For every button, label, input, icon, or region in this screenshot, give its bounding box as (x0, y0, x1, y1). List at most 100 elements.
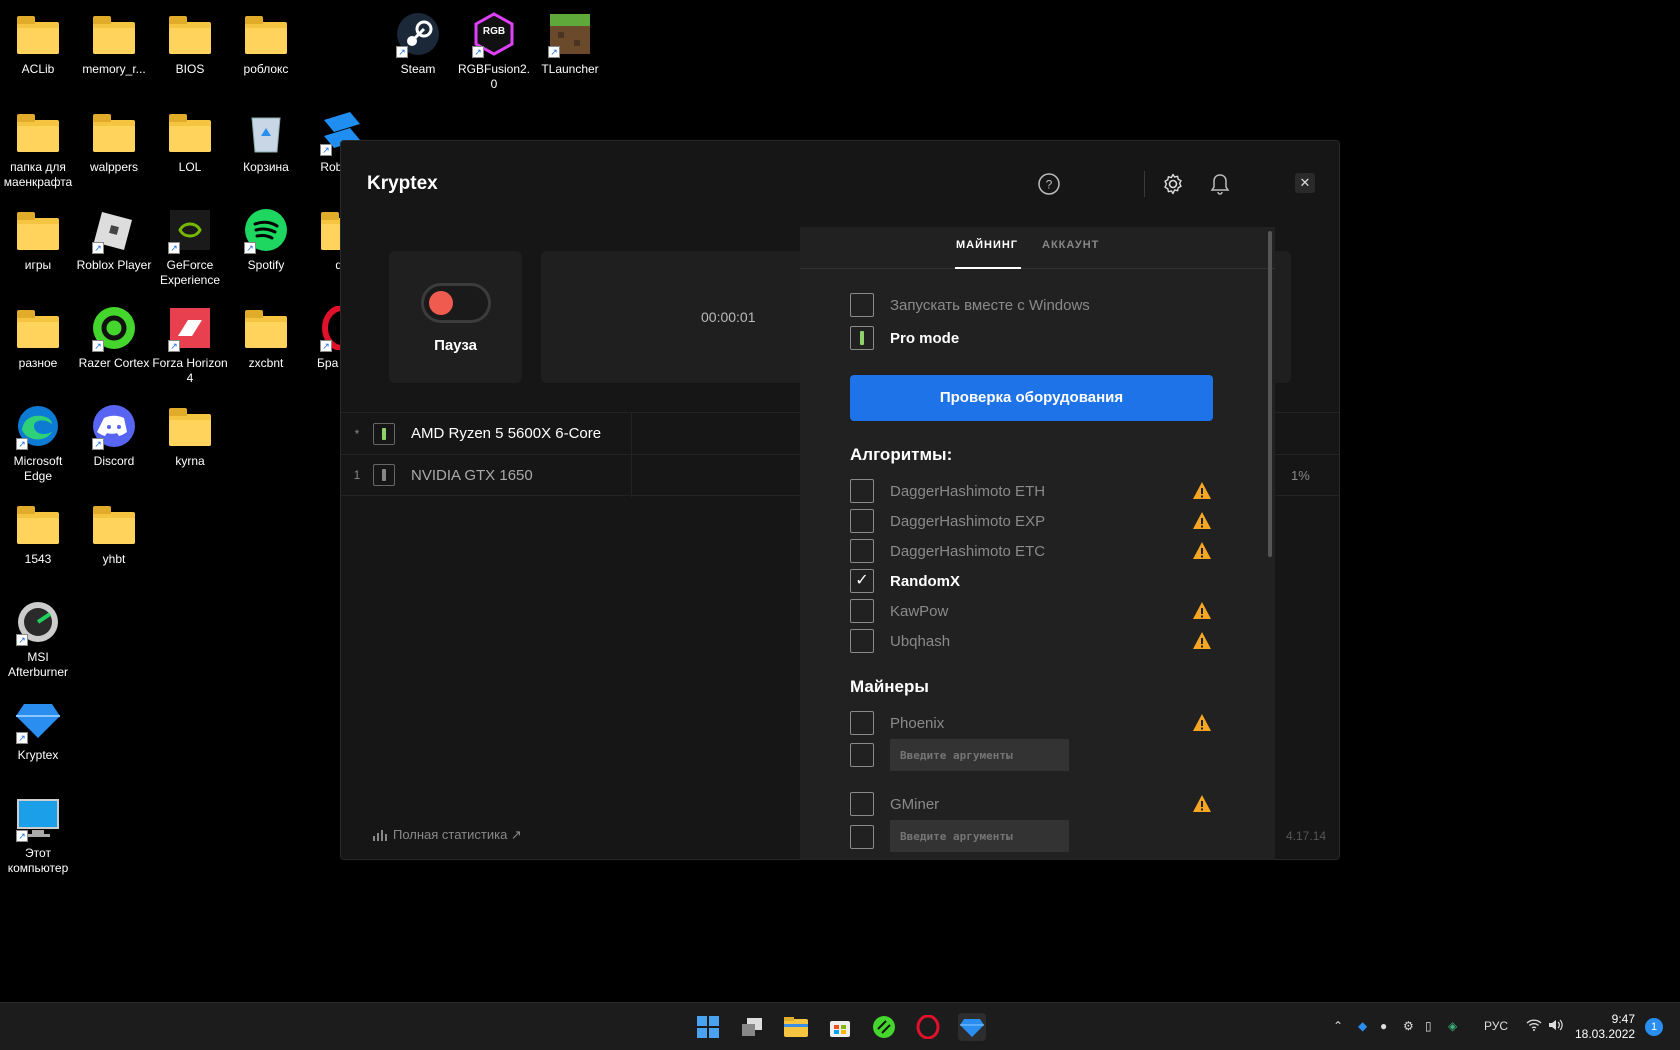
algorithm-item[interactable]: Ubqhash (850, 629, 950, 653)
desktop-icon-label: BIOS (175, 62, 205, 76)
device-toggle[interactable] (373, 464, 395, 486)
algorithm-item[interactable]: KawPow (850, 599, 948, 623)
desktop-icon[interactable]: ↗ Roblox Player (76, 206, 152, 273)
algorithm-item[interactable]: DaggerHashimoto EXP (850, 509, 1045, 533)
device-toggle[interactable] (373, 422, 395, 445)
settings-gear-icon[interactable] (1160, 171, 1186, 197)
pro-mode-checkbox[interactable] (850, 326, 874, 350)
miner-args-input[interactable] (890, 820, 1069, 852)
warning-icon[interactable] (1192, 511, 1212, 531)
settings-tray-icon[interactable]: ⚙ (1403, 1019, 1414, 1033)
desktop-icon[interactable]: роблокс (228, 10, 304, 77)
desktop-icon[interactable]: ↗ GeForce Experience (152, 206, 228, 288)
autostart-option[interactable]: Запускать вместе с Windows (850, 293, 1090, 317)
warning-icon[interactable] (1192, 601, 1212, 621)
tab-account[interactable]: АККАУНТ (1042, 239, 1099, 251)
volume-icon[interactable] (1548, 1019, 1564, 1034)
clock[interactable]: 9:47 18.03.2022 (1575, 1012, 1635, 1042)
desktop-icon[interactable]: ↗ MSI Afterburner (0, 598, 76, 680)
desktop-icon[interactable]: папка для маенкрафта (0, 108, 76, 190)
desktop-icon[interactable]: ↗ Forza Horizon 4 (152, 304, 228, 386)
tray-overflow-icon[interactable]: ⌃ (1333, 1019, 1343, 1033)
algorithm-checkbox[interactable] (850, 599, 874, 623)
warning-icon[interactable] (1192, 631, 1212, 651)
tab-mining[interactable]: МАЙНИНГ (956, 239, 1018, 251)
miner-args-checkbox[interactable] (850, 743, 874, 767)
kryptex-taskbar-icon[interactable] (958, 1013, 986, 1041)
discord-tray-icon[interactable]: ● (1380, 1019, 1387, 1033)
desktop-icon-label: Razer Cortex (78, 356, 150, 370)
desktop-icon[interactable]: LOL (152, 108, 228, 175)
task-view-icon[interactable] (738, 1013, 766, 1041)
miner-item[interactable]: GMiner (850, 792, 939, 816)
desktop-icon-label: игры (24, 258, 52, 272)
desktop-icon[interactable]: memory_r... (76, 10, 152, 77)
desktop-icon[interactable]: ↗ Kryptex (0, 696, 76, 763)
warning-icon[interactable] (1192, 541, 1212, 561)
file-explorer-icon[interactable] (782, 1013, 810, 1041)
autostart-checkbox[interactable] (850, 293, 874, 317)
desktop-icon[interactable]: игры (0, 206, 76, 273)
warning-icon[interactable] (1192, 481, 1212, 501)
miner-checkbox[interactable] (850, 792, 874, 816)
language-indicator[interactable]: РУС (1484, 1019, 1508, 1033)
panel-scrollbar[interactable] (1268, 231, 1272, 557)
pause-card[interactable]: Пауза (389, 251, 522, 383)
desktop-icon-label: MSI Afterburner (7, 650, 69, 679)
algorithm-checkbox[interactable] (850, 539, 874, 563)
battery-tray-icon[interactable]: ▯ (1425, 1019, 1432, 1033)
warning-icon[interactable] (1192, 794, 1212, 814)
algorithm-item[interactable]: DaggerHashimoto ETH (850, 479, 1045, 503)
miner-label: GMiner (890, 795, 940, 813)
help-icon[interactable]: ? (1036, 171, 1062, 197)
pro-mode-option[interactable]: Pro mode (850, 326, 959, 350)
algorithm-checkbox[interactable] (850, 509, 874, 533)
hardware-check-button[interactable]: Проверка оборудования (850, 375, 1213, 421)
desktop-icon[interactable]: kyrna (152, 402, 228, 469)
algorithm-label: KawPow (890, 602, 949, 620)
warning-icon[interactable] (1192, 713, 1212, 733)
miner-item[interactable]: Phoenix (850, 711, 944, 735)
desktop-icon[interactable]: ↗ Spotify (228, 206, 304, 273)
desktop-icon[interactable]: Корзина (228, 108, 304, 175)
kryptex-tray-icon[interactable]: ◆ (1358, 1019, 1367, 1033)
algorithm-checkbox[interactable]: ✓ (850, 569, 874, 593)
wifi-icon[interactable] (1526, 1019, 1542, 1034)
algorithm-checkbox[interactable] (850, 629, 874, 653)
desktop-icon[interactable]: разное (0, 304, 76, 371)
start-icon[interactable] (694, 1013, 722, 1041)
desktop-icon[interactable]: ↗ Microsoft Edge (0, 402, 76, 484)
desktop-icon[interactable]: ↗ Razer Cortex (76, 304, 152, 371)
miner-checkbox[interactable] (850, 711, 874, 735)
miner-args-row[interactable] (850, 743, 890, 767)
miner-args-checkbox[interactable] (850, 825, 874, 849)
miner-args-row[interactable] (850, 825, 890, 849)
store-icon[interactable] (826, 1013, 854, 1041)
miners-title: Майнеры (850, 677, 929, 696)
desktop-icon[interactable]: ↗ Steam (380, 10, 456, 77)
miner-args-input[interactable] (890, 739, 1069, 771)
desktop-icon[interactable]: BIOS (152, 10, 228, 77)
razer-cortex-taskbar-icon[interactable] (870, 1013, 898, 1041)
svg-text:?: ? (1046, 178, 1053, 192)
close-button[interactable]: ✕ (1295, 173, 1315, 193)
desktop-icon[interactable]: ↗ TLauncher (532, 10, 608, 77)
bell-icon[interactable] (1207, 171, 1233, 197)
desktop-icon[interactable]: 1543 (0, 500, 76, 567)
notification-badge[interactable]: 1 (1645, 1018, 1663, 1036)
razer-cortex-icon: ↗ (90, 304, 138, 352)
desktop-icon[interactable]: RGB ↗ RGBFusion2.0 (456, 10, 532, 92)
mining-toggle[interactable] (420, 283, 491, 323)
desktop-icon[interactable]: ACLib (0, 10, 76, 77)
desktop-icon[interactable]: ↗ Этот компьютер (0, 794, 76, 876)
desktop-icon[interactable]: yhbt (76, 500, 152, 567)
algorithm-item[interactable]: DaggerHashimoto ETC (850, 539, 1045, 563)
algorithm-checkbox[interactable] (850, 479, 874, 503)
opera-taskbar-icon[interactable] (914, 1013, 942, 1041)
desktop-icon[interactable]: zxcbnt (228, 304, 304, 371)
security-tray-icon[interactable]: ◈ (1448, 1019, 1457, 1033)
full-stats-link[interactable]: Полная статистика ↗ (373, 827, 522, 843)
desktop-icon[interactable]: ↗ Discord (76, 402, 152, 469)
algorithm-item[interactable]: ✓ RandomX (850, 569, 960, 593)
desktop-icon[interactable]: walppers (76, 108, 152, 175)
